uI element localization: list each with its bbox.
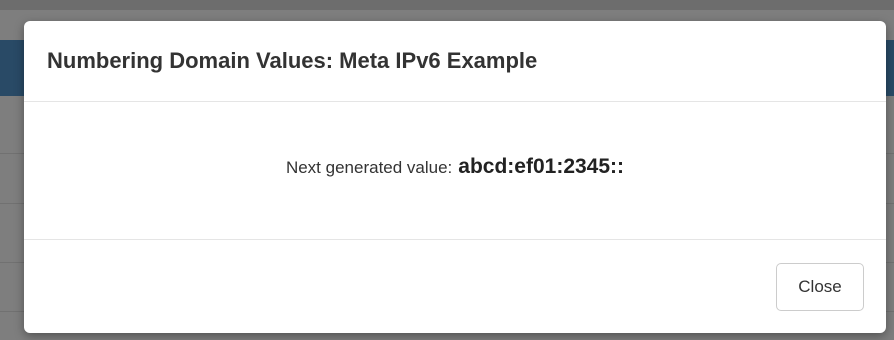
dialog-body: Next generated value: abcd:ef01:2345::	[24, 102, 886, 240]
generated-value-line: Next generated value: abcd:ef01:2345::	[286, 155, 624, 179]
dialog-title: Numbering Domain Values: Meta IPv6 Examp…	[47, 48, 538, 73]
generated-value-label: Next generated value:	[285, 157, 453, 177]
close-button[interactable]: Close	[776, 263, 864, 311]
background-topbar	[0, 0, 894, 10]
dialog-header: Numbering Domain Values: Meta IPv6 Examp…	[24, 21, 886, 102]
numbering-domain-dialog: Numbering Domain Values: Meta IPv6 Examp…	[24, 21, 886, 333]
dialog-footer: Close	[24, 240, 886, 333]
generated-value: abcd:ef01:2345::	[458, 154, 625, 178]
